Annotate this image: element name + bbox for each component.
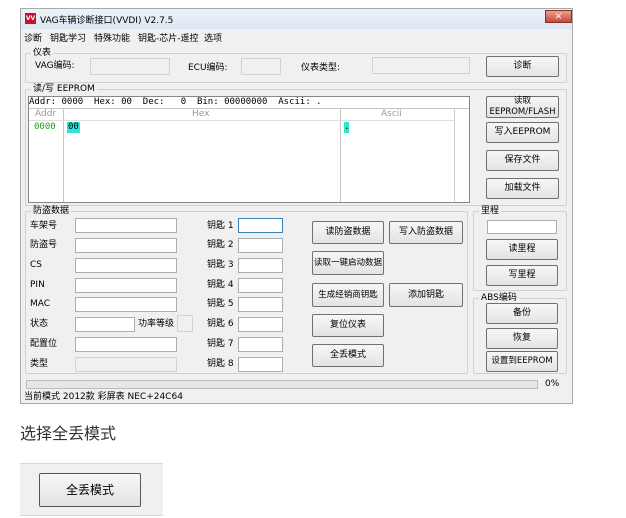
cluster-type-field[interactable]	[372, 57, 470, 74]
pin-field[interactable]	[75, 278, 177, 293]
mac-field[interactable]	[75, 297, 177, 312]
save-file-button[interactable]: 保存文件	[486, 150, 559, 171]
key6-label: 钥匙 6	[207, 319, 234, 329]
key5-field[interactable]	[238, 297, 283, 312]
write-eeprom-button[interactable]: 写入EEPROM	[486, 122, 559, 143]
menu-diagnose[interactable]: 诊断	[24, 31, 42, 44]
title-bar: VV VAG车辆诊断接口(VVDI) V2.7.5 ×	[21, 9, 572, 29]
row-address: 0000	[34, 122, 56, 132]
window-title: VAG车辆诊断接口(VVDI) V2.7.5	[40, 16, 174, 26]
hex-cell-selected[interactable]: 00	[67, 122, 80, 133]
menu-options[interactable]: 选项	[204, 31, 222, 44]
key1-label: 钥匙 1	[207, 221, 234, 231]
power-level-label: 功率等级	[138, 319, 175, 329]
power-level-field[interactable]	[177, 315, 193, 332]
instrument-group-label: 仪表	[31, 48, 54, 59]
menu-key-learning[interactable]: 钥匙学习	[50, 31, 86, 44]
immo-id-label: 防盗号	[30, 240, 58, 250]
ascii-cell-selected[interactable]: .	[344, 122, 349, 133]
progress-bar	[26, 380, 538, 389]
type-field[interactable]	[75, 357, 177, 372]
add-key-button[interactable]: 添加钥匙	[389, 283, 463, 307]
menu-special-functions[interactable]: 特殊功能	[94, 31, 130, 44]
status-field[interactable]	[75, 317, 135, 332]
config-bits-label: 配置位	[30, 339, 58, 349]
generate-dealer-key-button[interactable]: 生成经销商钥匙	[312, 283, 384, 307]
hex-status-line: Addr: 0000 Hex: 00 Dec: 0 Bin: 00000000 …	[29, 97, 322, 107]
write-mileage-button[interactable]: 写里程	[486, 265, 558, 286]
key7-label: 钥匙 7	[207, 339, 234, 349]
vin-field[interactable]	[75, 218, 177, 233]
key8-field[interactable]	[238, 357, 283, 372]
read-mileage-button[interactable]: 读里程	[486, 239, 558, 260]
key2-field[interactable]	[238, 238, 283, 253]
menu-key-chip-remote[interactable]: 钥匙-芯片-遥控	[138, 31, 199, 44]
immo-id-field[interactable]	[75, 238, 177, 253]
instruction-caption: 选择全丢模式	[20, 424, 117, 443]
menu-bar: 诊断 钥匙学习 特殊功能 钥匙-芯片-遥控 选项	[21, 29, 572, 44]
abs-restore-button[interactable]: 恢复	[486, 328, 558, 349]
key8-label: 钥匙 8	[207, 359, 234, 369]
mileage-group-label: 里程	[479, 206, 502, 217]
vag-code-label: VAG编码:	[35, 61, 75, 71]
read-eeprom-flash-button[interactable]: 读取 EEPROM/FLASH	[486, 96, 559, 118]
close-button[interactable]: ×	[545, 10, 572, 23]
status-label: 状态	[30, 319, 49, 329]
read-keyless-start-data-button[interactable]: 读取一键启动数据	[312, 251, 384, 275]
ecu-code-field[interactable]	[241, 58, 281, 75]
ecu-code-label: ECU编码:	[188, 63, 228, 73]
all-keys-lost-button-zoomed[interactable]: 全丢模式	[39, 473, 141, 507]
key4-field[interactable]	[238, 278, 283, 293]
immo-group-label: 防盗数据	[31, 206, 72, 217]
load-file-button[interactable]: 加载文件	[486, 178, 559, 199]
ascii-column-header: Ascii	[381, 109, 402, 119]
eeprom-group-label: 读/写 EEPROM	[31, 84, 97, 95]
hex-scrollbar[interactable]	[454, 109, 469, 202]
vin-label: 车架号	[30, 221, 58, 231]
app-logo: VV	[25, 13, 36, 24]
key4-label: 钥匙 4	[207, 280, 234, 290]
abs-backup-button[interactable]: 备份	[486, 303, 558, 324]
key3-field[interactable]	[238, 258, 283, 273]
key2-label: 钥匙 2	[207, 240, 234, 250]
pin-label: PIN	[30, 280, 45, 290]
key1-field[interactable]	[238, 218, 283, 233]
vag-code-field[interactable]	[90, 58, 170, 75]
zoomed-crop: 全丢模式	[20, 463, 163, 516]
abs-set-to-eeprom-button[interactable]: 设置到EEPROM	[486, 351, 558, 372]
cluster-type-label: 仪表类型:	[301, 63, 341, 73]
key7-field[interactable]	[238, 337, 283, 352]
hex-editor[interactable]: Addr: 0000 Hex: 00 Dec: 0 Bin: 00000000 …	[28, 96, 470, 203]
progress-percent: 0%	[545, 379, 560, 389]
cs-label: CS	[30, 260, 42, 270]
key5-label: 钥匙 5	[207, 299, 234, 309]
read-immo-data-button[interactable]: 读防盗数据	[312, 221, 384, 244]
all-keys-lost-button[interactable]: 全丢模式	[312, 344, 384, 367]
hex-column-header: Hex	[192, 109, 210, 119]
status-bar-text: 当前模式 2012款 彩屏表 NEC+24C64	[24, 392, 183, 402]
app-window: VV VAG车辆诊断接口(VVDI) V2.7.5 × 诊断 钥匙学习 特殊功能…	[20, 8, 573, 404]
key3-label: 钥匙 3	[207, 260, 234, 270]
key6-field[interactable]	[238, 317, 283, 332]
mac-label: MAC	[30, 299, 51, 309]
addr-column-header: Addr	[35, 109, 57, 119]
diagnose-button[interactable]: 诊断	[486, 56, 559, 77]
config-bits-field[interactable]	[75, 337, 177, 352]
type-label: 类型	[30, 359, 49, 369]
cs-field[interactable]	[75, 258, 177, 273]
mileage-field[interactable]	[487, 220, 557, 234]
reset-cluster-button[interactable]: 复位仪表	[312, 314, 384, 337]
write-immo-data-button[interactable]: 写入防盗数据	[389, 221, 463, 244]
